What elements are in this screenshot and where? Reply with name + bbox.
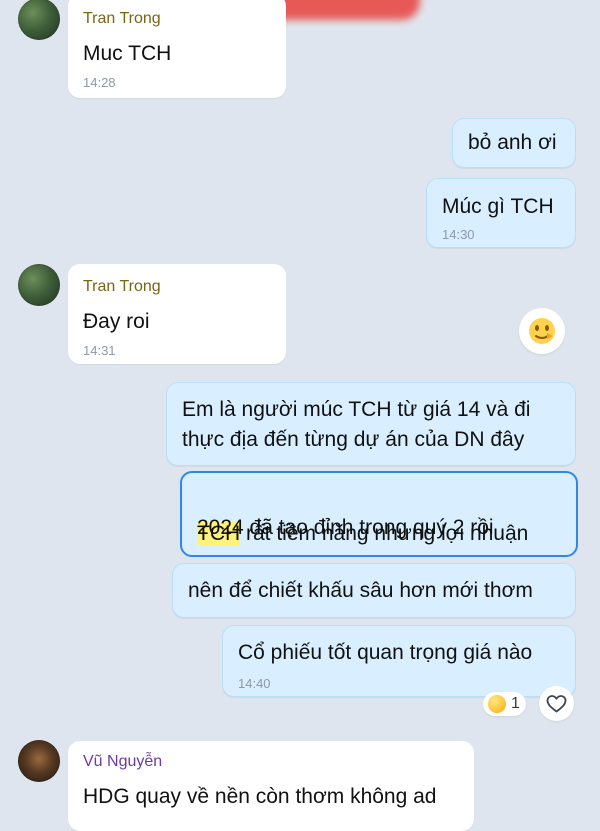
message-bubble-incoming[interactable]: Vũ Nguyễn HDG quay về nền còn thơm không… <box>68 741 474 831</box>
highlighted-message-bubble[interactable]: TCH rất tiềm năng nhưng lợi nhuận 2024 đ… <box>180 471 578 557</box>
reaction-emoji-button[interactable] <box>519 308 565 354</box>
message-bubble-incoming[interactable]: Tran Trong Đay roi 14:31 <box>68 264 286 364</box>
heart-icon <box>546 695 567 713</box>
message-bubble-outgoing[interactable]: Em là người múc TCH từ giá 14 và đi thực… <box>166 382 576 466</box>
reaction-count-pill[interactable]: 1 <box>483 692 526 716</box>
heart-reaction-button[interactable] <box>539 686 574 721</box>
sender-name: Tran Trong <box>83 278 161 295</box>
message-text: Muc TCH <box>83 42 172 65</box>
message-text: HDG quay về nền còn thơm không ad <box>83 785 437 808</box>
message-time: 14:28 <box>83 75 116 90</box>
message-text: bỏ anh ơi <box>468 131 557 154</box>
message-text-line-2: thực địa đến từng dự án của DN đây <box>182 428 525 451</box>
avatar-vu-nguyen[interactable] <box>18 740 60 782</box>
message-bubble-outgoing[interactable]: bỏ anh ơi <box>452 118 576 168</box>
reaction-emoji-icon <box>488 695 506 713</box>
highlighted-message-line-2: 2024 đã tạo đỉnh trong quý 2 rồi <box>197 516 494 539</box>
sender-name: Tran Trong <box>83 10 161 27</box>
reaction-emoji-icon <box>529 318 555 344</box>
sender-name: Vũ Nguyễn <box>83 753 163 770</box>
avatar-tran-trong[interactable] <box>18 264 60 306</box>
message-bubble-outgoing[interactable]: nên để chiết khấu sâu hơn mới thơm <box>172 563 576 618</box>
message-bubble-outgoing[interactable]: Cổ phiếu tốt quan trọng giá nào 14:40 <box>222 625 576 697</box>
message-text: Cổ phiếu tốt quan trọng giá nào <box>238 641 533 664</box>
message-time: 14:31 <box>83 343 116 358</box>
message-text: nên để chiết khấu sâu hơn mới thơm <box>188 579 533 602</box>
message-text: Đay roi <box>83 310 150 333</box>
message-bubble-incoming[interactable]: Tran Trong Muc TCH 14:28 <box>68 0 286 98</box>
message-time: 14:30 <box>442 227 475 242</box>
reaction-count: 1 <box>511 695 520 712</box>
message-bubble-outgoing[interactable]: Múc gì TCH 14:30 <box>426 178 576 248</box>
avatar-tran-trong[interactable] <box>18 0 60 40</box>
message-text: Múc gì TCH <box>442 195 554 218</box>
message-text-line-1: Em là người múc TCH từ giá 14 và đi <box>182 398 531 421</box>
message-time: 14:40 <box>238 676 271 691</box>
